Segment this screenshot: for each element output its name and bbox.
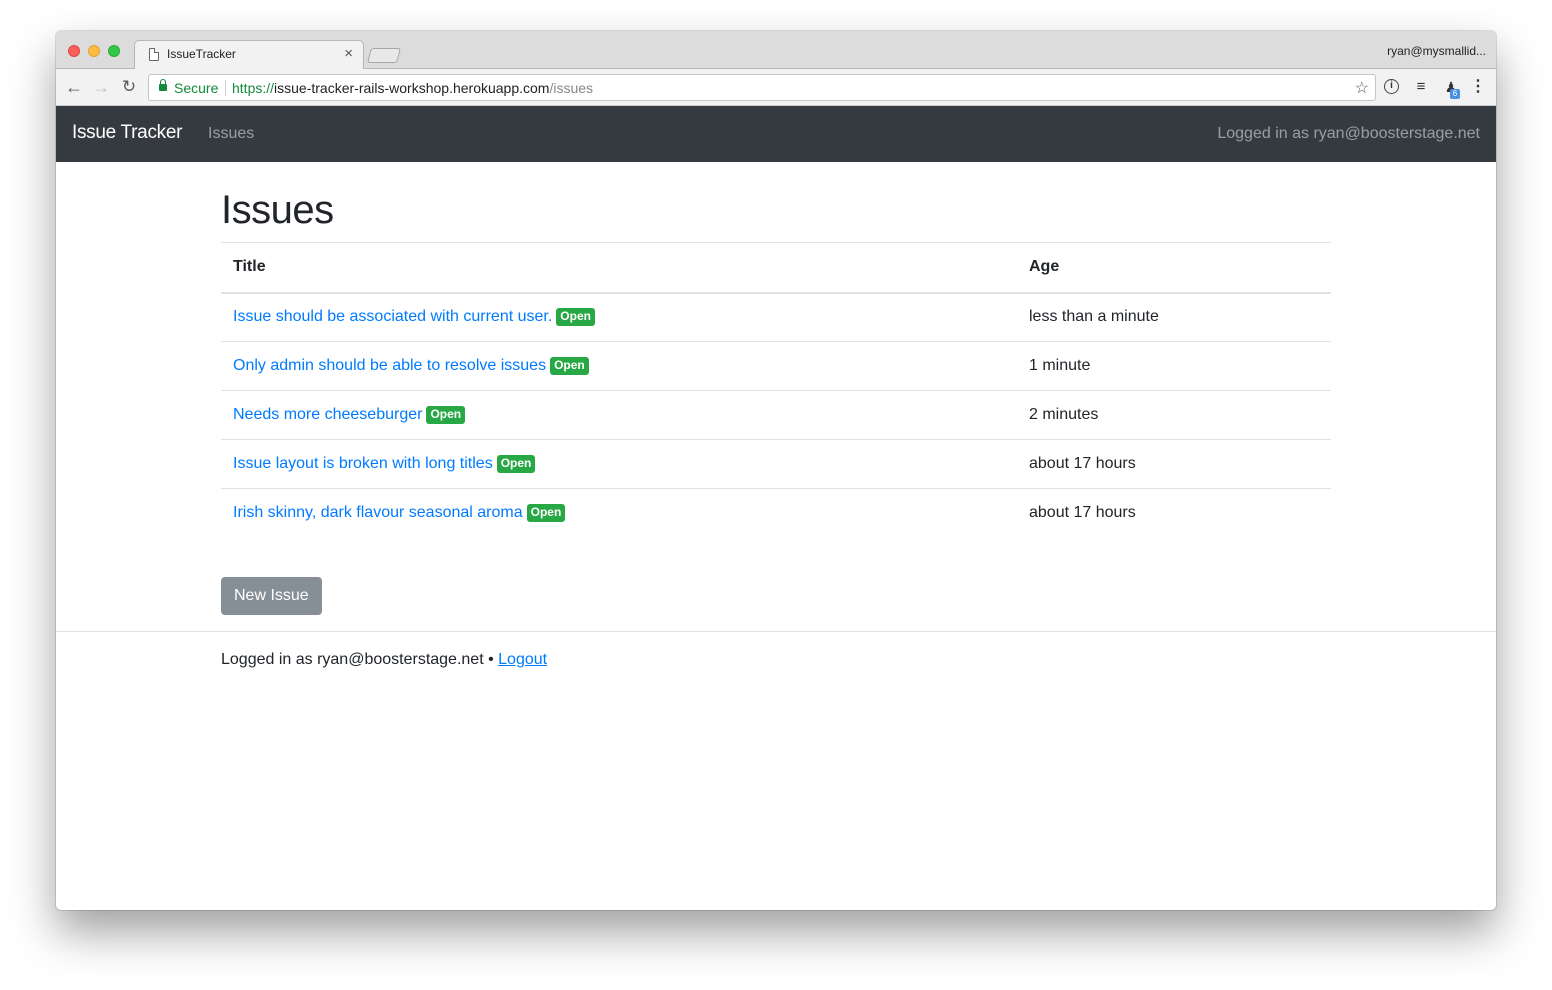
issue-age-cell: 2 minutes: [1017, 390, 1331, 440]
table-row: Irish skinny, dark flavour seasonal arom…: [221, 488, 1331, 538]
tab-title: IssueTracker: [167, 47, 236, 61]
status-badge: Open: [526, 504, 566, 523]
column-header-title: Title: [221, 242, 1017, 294]
address-bar[interactable]: Secure https://issue-tracker-rails-works…: [148, 74, 1376, 101]
back-arrow-icon[interactable]: ←: [63, 76, 85, 98]
url-scheme: https://: [232, 80, 275, 96]
status-badge: Open: [550, 357, 589, 375]
issue-title-cell: Needs more cheeseburger Open: [221, 390, 1017, 440]
issue-age-cell: about 17 hours: [1017, 439, 1331, 489]
forward-arrow-icon[interactable]: →: [90, 76, 112, 98]
url-host: issue-tracker-rails-workshop.herokuapp.c…: [274, 80, 550, 96]
footer-divider: [56, 631, 1496, 632]
table-row: Issue should be associated with current …: [221, 293, 1331, 342]
page-icon: [149, 48, 159, 61]
app-navbar: Issue Tracker Issues Logged in as ryan@b…: [56, 106, 1496, 162]
secure-label[interactable]: Secure: [174, 80, 218, 96]
table-row: Only admin should be able to resolve iss…: [221, 341, 1331, 391]
logout-link[interactable]: Logout: [498, 651, 547, 668]
issue-age-cell: 1 minute: [1017, 341, 1331, 391]
issue-title-cell: Irish skinny, dark flavour seasonal arom…: [221, 488, 1017, 538]
close-window-button[interactable]: [68, 45, 80, 57]
issue-link[interactable]: Only admin should be able to resolve iss…: [233, 357, 546, 374]
browser-window: IssueTracker × ryan@mysmallid... ← → ↻ S…: [56, 31, 1496, 910]
footer: Logged in as ryan@boosterstage.net • Log…: [221, 651, 547, 669]
table-row: Issue layout is broken with long titles O…: [221, 439, 1331, 489]
issue-link[interactable]: Needs more cheeseburger: [233, 406, 422, 423]
issue-title-cell: Only admin should be able to resolve iss…: [221, 341, 1017, 391]
password-manager-icon[interactable]: i: [1384, 79, 1399, 94]
issue-link[interactable]: Issue layout is broken with long titles: [233, 455, 493, 472]
bookmark-star-icon[interactable]: ☆: [1355, 78, 1369, 98]
reload-icon[interactable]: ↻: [118, 76, 140, 98]
issue-age-cell: less than a minute: [1029, 308, 1159, 326]
lock-icon[interactable]: [159, 79, 167, 91]
issue-title-cell: Issue should be associated with current …: [221, 293, 1017, 342]
browser-toolbar: ← → ↻ Secure https://issue-tracker-rails…: [56, 69, 1496, 106]
column-header-age: Age: [1017, 242, 1331, 294]
navbar-user-status: Logged in as ryan@boosterstage.net: [1217, 125, 1480, 142]
tab-strip: IssueTracker × ryan@mysmallid...: [56, 31, 1496, 70]
status-badge: Open: [556, 308, 595, 327]
issue-age-cell: about 17 hours: [1017, 488, 1331, 538]
minimize-window-button[interactable]: [88, 45, 100, 57]
address-separator: [225, 80, 226, 96]
issue-link[interactable]: Issue should be associated with current …: [233, 308, 552, 325]
table-header-row: Title Age: [221, 242, 1331, 294]
layers-extension-icon[interactable]: ≡: [1412, 78, 1430, 96]
issue-title-cell: Issue layout is broken with long titles O…: [221, 439, 1017, 489]
maximize-window-button[interactable]: [108, 45, 120, 57]
status-badge: Open: [426, 406, 466, 424]
table-row: Needs more cheeseburger Open 2 minutes: [221, 390, 1331, 440]
tab-close-icon[interactable]: ×: [344, 45, 353, 63]
extension-badge: 6: [1450, 89, 1460, 99]
profile-label[interactable]: ryan@mysmallid...: [1387, 44, 1486, 58]
page-title: Issues: [221, 188, 334, 232]
url-path: /issues: [549, 80, 594, 96]
footer-login-status: Logged in as ryan@boosterstage.net •: [221, 651, 494, 668]
new-issue-button[interactable]: New Issue: [221, 577, 322, 615]
issue-link[interactable]: Irish skinny, dark flavour seasonal arom…: [233, 504, 523, 521]
tab-issuetracker[interactable]: IssueTracker ×: [134, 40, 364, 70]
navbar-brand[interactable]: Issue Tracker: [72, 122, 182, 144]
issues-table: Title Age Issue should be associated wit…: [221, 242, 1331, 538]
browser-menu-icon[interactable]: ⋮: [1469, 78, 1487, 96]
status-badge: Open: [496, 455, 536, 473]
nav-link-issues[interactable]: Issues: [208, 125, 254, 143]
new-tab-button[interactable]: [366, 48, 402, 63]
url-text[interactable]: https://issue-tracker-rails-workshop.her…: [232, 80, 593, 96]
